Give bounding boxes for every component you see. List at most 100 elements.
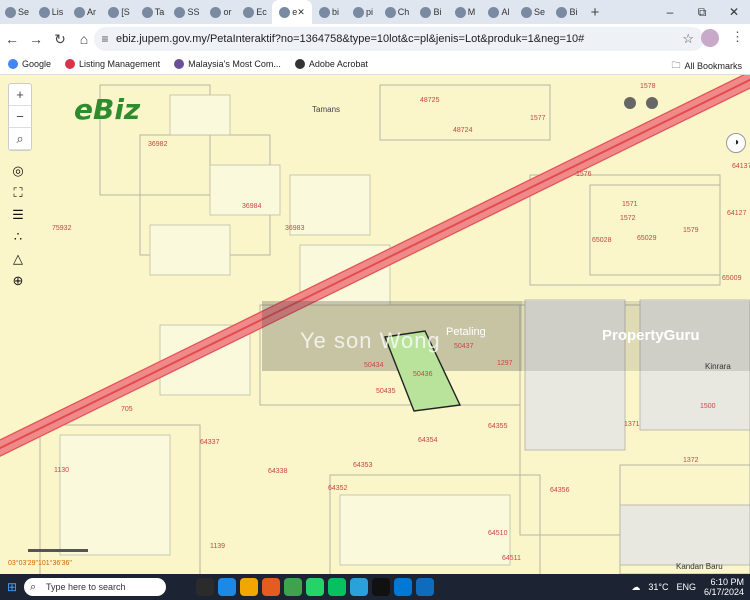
tab[interactable]: Ch xyxy=(380,0,414,24)
language-indicator[interactable]: ENG xyxy=(676,582,696,592)
bookmark-google[interactable]: Google xyxy=(8,59,51,69)
minimize-button[interactable]: – xyxy=(654,0,686,24)
fullscreen-icon[interactable]: ⛶ xyxy=(8,185,28,201)
close-tab-icon[interactable]: ✕ xyxy=(297,7,305,18)
tab[interactable]: Ec xyxy=(238,0,272,24)
measure-icon[interactable]: ∴ xyxy=(8,229,28,245)
tab-favicon-icon xyxy=(520,6,532,18)
wechat-icon[interactable] xyxy=(328,578,346,596)
telegram-icon[interactable] xyxy=(350,578,368,596)
lot-label: 1571 xyxy=(622,201,638,208)
bookmarks-bar: Google Listing Management Malaysia's Mos… xyxy=(0,54,750,75)
tab[interactable]: Lis xyxy=(34,0,68,24)
lot-label: 1578 xyxy=(640,83,656,90)
draw-icon[interactable]: △ xyxy=(8,251,28,267)
close-window-button[interactable]: ✕ xyxy=(718,0,750,24)
cadastral-map xyxy=(0,75,750,574)
home-map-icon[interactable] xyxy=(624,97,636,109)
lot-label: 64337 xyxy=(200,439,220,446)
zoom-in-button[interactable]: + xyxy=(9,84,31,106)
search-button[interactable]: ⌕ xyxy=(9,128,31,150)
lot-label: 1500 xyxy=(700,403,716,410)
back-icon[interactable]: ← xyxy=(0,31,24,47)
reload-icon[interactable]: ↻ xyxy=(48,31,72,48)
edge-icon[interactable] xyxy=(218,578,236,596)
area-label: Tamans xyxy=(312,105,341,114)
outlook-icon[interactable] xyxy=(416,578,434,596)
lot-label: 50434 xyxy=(364,362,384,369)
lot-label: 64338 xyxy=(268,468,288,475)
tab[interactable]: Al xyxy=(482,0,516,24)
lot-label: 64510 xyxy=(488,530,508,537)
tab-favicon-icon xyxy=(210,6,222,18)
tab-strip: Se Lis Ar [S Ta SS or Ec e ✕ bi pi Ch Bi… xyxy=(0,0,750,24)
tab-favicon-icon xyxy=(4,6,16,18)
tab[interactable]: or xyxy=(204,0,238,24)
location-pin-icon[interactable]: ◎ xyxy=(8,163,28,179)
address-bar[interactable]: ≡ ebiz.jupem.gov.my/PetaInteraktif?no=13… xyxy=(94,27,704,51)
lot-label: 64353 xyxy=(353,462,373,469)
tab[interactable]: pi xyxy=(346,0,380,24)
tiktok-icon[interactable] xyxy=(372,578,390,596)
all-bookmarks[interactable]: 🗀 All Bookmarks xyxy=(671,58,742,74)
tab[interactable]: Ar xyxy=(68,0,102,24)
weather-temp[interactable]: 31°C xyxy=(648,582,668,592)
firefox-icon[interactable] xyxy=(262,578,280,596)
url-text[interactable]: ebiz.jupem.gov.my/PetaInteraktif?no=1364… xyxy=(116,33,676,45)
lot-label: 48724 xyxy=(453,127,473,134)
chrome-icon[interactable] xyxy=(284,578,302,596)
file-explorer-icon[interactable] xyxy=(240,578,258,596)
lot-label: 705 xyxy=(121,406,133,413)
map-viewport[interactable]: 48725 48724 1577 1578 36982 36984 36983 … xyxy=(0,75,750,574)
lot-label: 50436 xyxy=(413,371,433,378)
tab-favicon-icon xyxy=(352,6,364,18)
tab-active[interactable]: e ✕ xyxy=(272,0,312,24)
site-icon xyxy=(174,59,185,69)
lot-label: 1297 xyxy=(497,360,513,367)
taskbar-search-input[interactable]: Type here to search xyxy=(24,578,166,596)
tab[interactable]: Se xyxy=(0,0,34,24)
home-icon[interactable]: ⌂ xyxy=(72,31,96,47)
forward-icon[interactable]: → xyxy=(24,31,48,47)
whatsapp-icon[interactable] xyxy=(306,578,324,596)
lot-label: 1371 xyxy=(624,421,640,428)
lot-label: 64137 xyxy=(732,163,750,170)
lock-icon[interactable] xyxy=(646,97,658,109)
windows-start-icon[interactable]: ⊞ xyxy=(0,580,24,594)
tab[interactable]: Bi xyxy=(550,0,584,24)
bookmark-adobe-acrobat[interactable]: Adobe Acrobat xyxy=(294,59,368,69)
lot-label: 1372 xyxy=(683,457,699,464)
bookmark-listing-management[interactable]: Listing Management xyxy=(65,59,160,69)
clock[interactable]: 6:10 PM 6/17/2024 xyxy=(704,577,744,597)
tab[interactable]: Bi xyxy=(414,0,448,24)
watermark-agent-name: Ye son Wong xyxy=(300,328,441,353)
tab-favicon-icon xyxy=(243,6,255,18)
tab[interactable]: Ta xyxy=(136,0,170,24)
layers-icon[interactable]: ☰ xyxy=(8,207,28,223)
restore-button[interactable]: ⧉ xyxy=(686,0,718,24)
tab[interactable]: [S xyxy=(102,0,136,24)
zoom-out-button[interactable]: − xyxy=(9,106,31,128)
bookmark-malaysia[interactable]: Malaysia's Most Com... xyxy=(174,59,281,69)
lot-label: 64355 xyxy=(488,423,508,430)
new-tab-button[interactable]: + xyxy=(584,4,606,21)
crosshair-icon[interactable]: ⊕ xyxy=(8,273,28,289)
tab-favicon-icon xyxy=(108,6,120,18)
compass-icon[interactable]: ◑ xyxy=(726,133,746,153)
menu-icon[interactable]: ⋮ xyxy=(731,29,744,47)
tab[interactable]: Se xyxy=(516,0,550,24)
tab[interactable]: SS xyxy=(170,0,204,24)
globe-icon xyxy=(294,59,305,69)
tab[interactable]: bi xyxy=(312,0,346,24)
profile-avatar[interactable] xyxy=(701,29,719,47)
area-label: Kandan Baru xyxy=(676,562,723,571)
weather-icon[interactable]: ☁ xyxy=(631,582,640,593)
map-top-icons xyxy=(624,97,658,109)
store-icon[interactable] xyxy=(394,578,412,596)
bookmark-star-icon[interactable]: ☆ xyxy=(682,31,694,47)
task-view-icon[interactable] xyxy=(196,578,214,596)
clock-date: 6/17/2024 xyxy=(703,587,744,597)
tab[interactable]: M xyxy=(448,0,482,24)
tab-favicon-icon xyxy=(141,6,153,18)
site-info-icon[interactable]: ≡ xyxy=(94,32,116,46)
